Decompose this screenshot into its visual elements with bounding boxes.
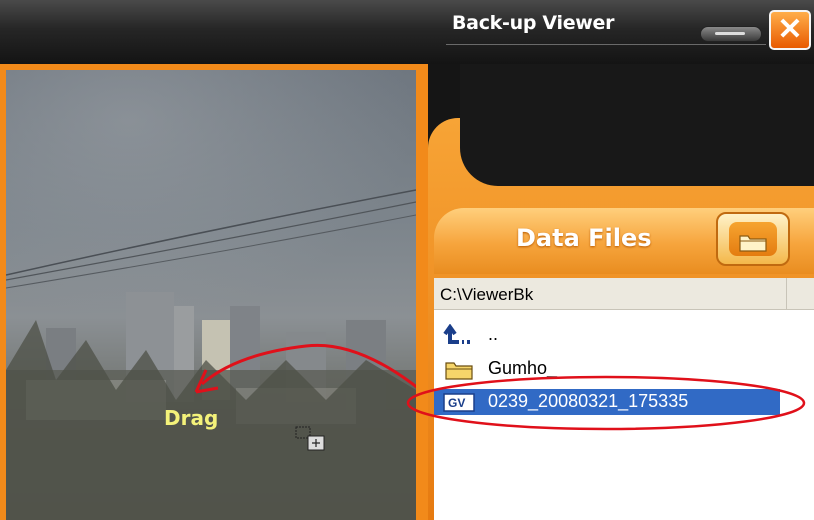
folder-icon [445, 362, 473, 380]
close-icon: ✕ [777, 13, 803, 46]
video-file-icon: GV [443, 393, 475, 412]
drag-label: Drag [164, 406, 219, 430]
data-files-title: Data Files [516, 224, 652, 252]
folder-icon [739, 235, 767, 252]
current-path: C:\ViewerBk [440, 285, 534, 304]
video-viewport[interactable]: Drag [6, 70, 416, 520]
list-item-up[interactable]: .. [434, 322, 814, 348]
up-folder-icon [443, 324, 470, 344]
minimize-button[interactable] [700, 26, 762, 42]
list-item-folder[interactable]: Gumho_ [434, 356, 814, 382]
title-divider [446, 44, 766, 45]
close-button[interactable]: ✕ [769, 10, 811, 50]
scene-image [6, 189, 416, 520]
panel-top-area [460, 64, 814, 186]
list-item-file[interactable]: GV 0239_20080321_175335 [434, 389, 814, 415]
window-title: Back-up Viewer [452, 12, 615, 34]
column-header-end [786, 278, 814, 310]
minimize-icon [715, 32, 745, 35]
svg-text:GV: GV [448, 396, 465, 410]
title-bar [0, 0, 814, 64]
open-folder-button[interactable] [716, 212, 790, 266]
